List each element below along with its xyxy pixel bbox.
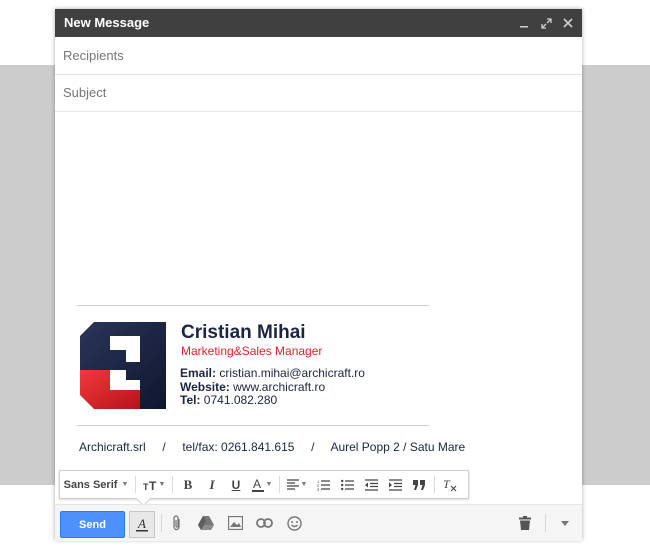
font-family-label: Sans Serif — [63, 478, 118, 491]
quote-icon[interactable] — [407, 471, 431, 498]
minimize-icon[interactable] — [516, 13, 532, 33]
signature-name: Cristian Mihai — [181, 322, 306, 343]
close-icon[interactable] — [560, 13, 576, 33]
toolbar-separator — [172, 476, 173, 493]
underline-icon[interactable]: U — [224, 471, 248, 498]
send-button[interactable]: Send — [60, 511, 125, 538]
recipients-input[interactable] — [61, 47, 565, 64]
compose-bottom-bar: Send A — [55, 504, 582, 541]
subject-row — [55, 75, 582, 112]
bottom-separator — [161, 514, 162, 532]
recipients-row — [55, 38, 582, 75]
subject-input[interactable] — [61, 84, 565, 101]
indent-more-icon[interactable] — [383, 471, 407, 498]
svg-text:3: 3 — [317, 487, 320, 491]
website-label: Website: — [180, 380, 230, 394]
emoji-icon[interactable] — [284, 513, 304, 533]
chevron-down-icon: ▼ — [158, 481, 166, 488]
trash-icon[interactable] — [515, 513, 535, 533]
chevron-down-icon: ▼ — [121, 481, 129, 488]
tel-label: Tel: — [180, 393, 201, 407]
signature-email: Email: cristian.mihai@archicraft.ro — [180, 366, 365, 380]
signature-tel: Tel: 0741.082.280 — [180, 393, 277, 407]
chevron-down-icon: ▼ — [265, 481, 273, 488]
email-label: Email: — [180, 366, 217, 380]
website-value[interactable]: www.archicraft.ro — [233, 380, 325, 394]
text-size-icon[interactable]: TT ▼ — [139, 471, 169, 498]
text-color-icon[interactable]: A ▼ — [248, 471, 276, 498]
bulleted-list-icon[interactable] — [335, 471, 359, 498]
archicraft-logo — [80, 322, 166, 409]
attach-icon[interactable] — [167, 513, 187, 533]
formatting-toolbar: Sans Serif ▼ TT ▼ B I U A ▼ ▼ 123 T — [59, 470, 469, 499]
bold-icon[interactable]: B — [176, 471, 200, 498]
message-body[interactable] — [55, 113, 582, 463]
indent-less-icon[interactable] — [359, 471, 383, 498]
remove-formatting-icon[interactable]: T — [438, 471, 462, 498]
svg-text:A: A — [137, 518, 146, 531]
signature-role: Marketing&Sales Manager — [181, 344, 323, 358]
numbered-list-icon[interactable]: 123 — [311, 471, 335, 498]
bottom-separator — [545, 514, 546, 532]
expand-icon[interactable] — [538, 13, 554, 33]
more-options-icon[interactable] — [555, 513, 575, 533]
italic-icon[interactable]: I — [200, 471, 224, 498]
toolbar-separator — [135, 476, 136, 493]
signature-top-divider — [77, 305, 429, 306]
chevron-down-icon: ▼ — [300, 481, 308, 488]
toolbar-separator — [434, 476, 435, 493]
signature-bottom-divider — [77, 425, 429, 426]
compose-window: New Message Recipients Subject Cristian … — [55, 9, 582, 541]
compose-titlebar[interactable]: New Message — [55, 9, 582, 37]
svg-text:T: T — [149, 479, 157, 491]
align-icon[interactable]: ▼ — [283, 471, 311, 498]
link-icon[interactable] — [254, 513, 274, 533]
titlebar-controls — [516, 13, 576, 33]
font-family-select[interactable]: Sans Serif ▼ — [60, 471, 132, 498]
window-title: New Message — [64, 15, 150, 30]
svg-text:A: A — [253, 478, 261, 491]
svg-text:T: T — [443, 478, 451, 491]
formatting-icon[interactable]: A — [129, 511, 155, 538]
drive-icon[interactable] — [196, 513, 216, 533]
tel-value: 0741.082.280 — [203, 393, 278, 407]
toolbar-separator — [279, 476, 280, 493]
signature-footer: Archicraft.srl / tel/fax: 0261.841.615 /… — [79, 440, 466, 454]
signature-website: Website: www.archicraft.ro — [180, 380, 325, 394]
photo-icon[interactable] — [225, 513, 245, 533]
email-value[interactable]: cristian.mihai@archicraft.ro — [219, 366, 365, 380]
